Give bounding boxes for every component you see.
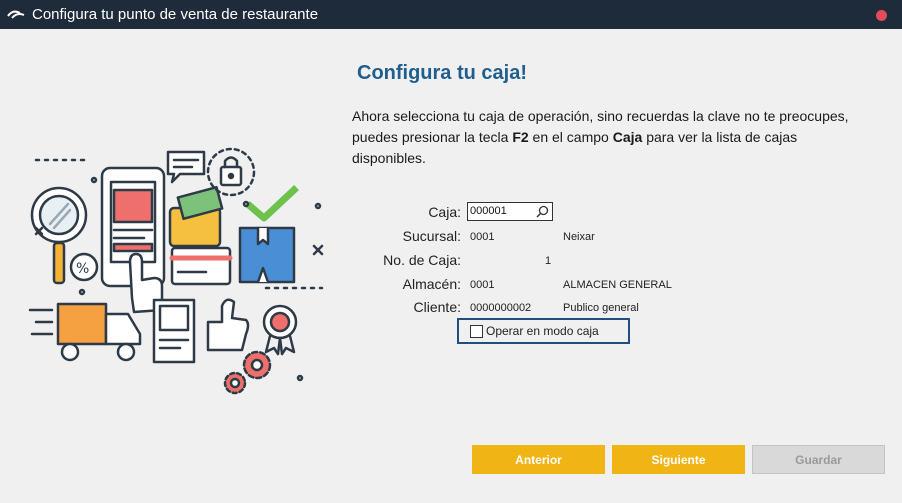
modo-caja-option[interactable]: Operar en modo caja — [457, 318, 630, 344]
search-icon[interactable] — [536, 205, 549, 218]
no-caja-label: No. de Caja: — [383, 252, 461, 268]
caja-label: Caja: — [428, 204, 461, 220]
anterior-button[interactable]: Anterior — [472, 445, 605, 474]
truck-icon — [56, 302, 108, 346]
caja-field[interactable] — [467, 202, 553, 221]
guardar-button[interactable]: Guardar — [752, 445, 885, 474]
almacen-code: 0001 — [470, 279, 495, 291]
sucursal-code: 0001 — [470, 231, 495, 243]
siguiente-button[interactable]: Siguiente — [612, 445, 745, 474]
no-caja-value: 1 — [545, 255, 552, 267]
cliente-label: Cliente: — [413, 299, 461, 315]
key-hint: F2 — [512, 129, 529, 145]
thumbs-up-icon — [206, 298, 250, 352]
title-bar: Configura tu punto de venta de restauran… — [0, 0, 902, 29]
instructions-text: Ahora selecciona tu caja de operación, s… — [352, 108, 849, 166]
field-hint: Caja — [612, 129, 643, 145]
almacen-name: ALMACEN GENERAL — [563, 279, 672, 291]
close-icon[interactable] — [876, 10, 887, 21]
caja-input[interactable] — [470, 204, 532, 218]
window-title: Configura tu punto de venta de restauran… — [32, 6, 319, 23]
modo-caja-label[interactable]: Operar en modo caja — [486, 324, 599, 338]
sucursal-name: Neixar — [563, 231, 595, 243]
modo-caja-checkbox[interactable] — [470, 325, 483, 338]
check-icon — [245, 185, 299, 222]
svg-text:%: % — [76, 261, 89, 277]
cliente-name: Publico general — [563, 302, 639, 314]
card-icon — [170, 246, 232, 286]
sucursal-label: Sucursal: — [402, 228, 461, 244]
cliente-code: 0000000002 — [470, 302, 532, 314]
almacen-label: Almacén: — [402, 276, 461, 292]
point-of-sale-illustration: % — [28, 147, 324, 395]
app-logo-icon — [7, 10, 25, 19]
page-title: Configura tu caja! — [357, 62, 528, 84]
